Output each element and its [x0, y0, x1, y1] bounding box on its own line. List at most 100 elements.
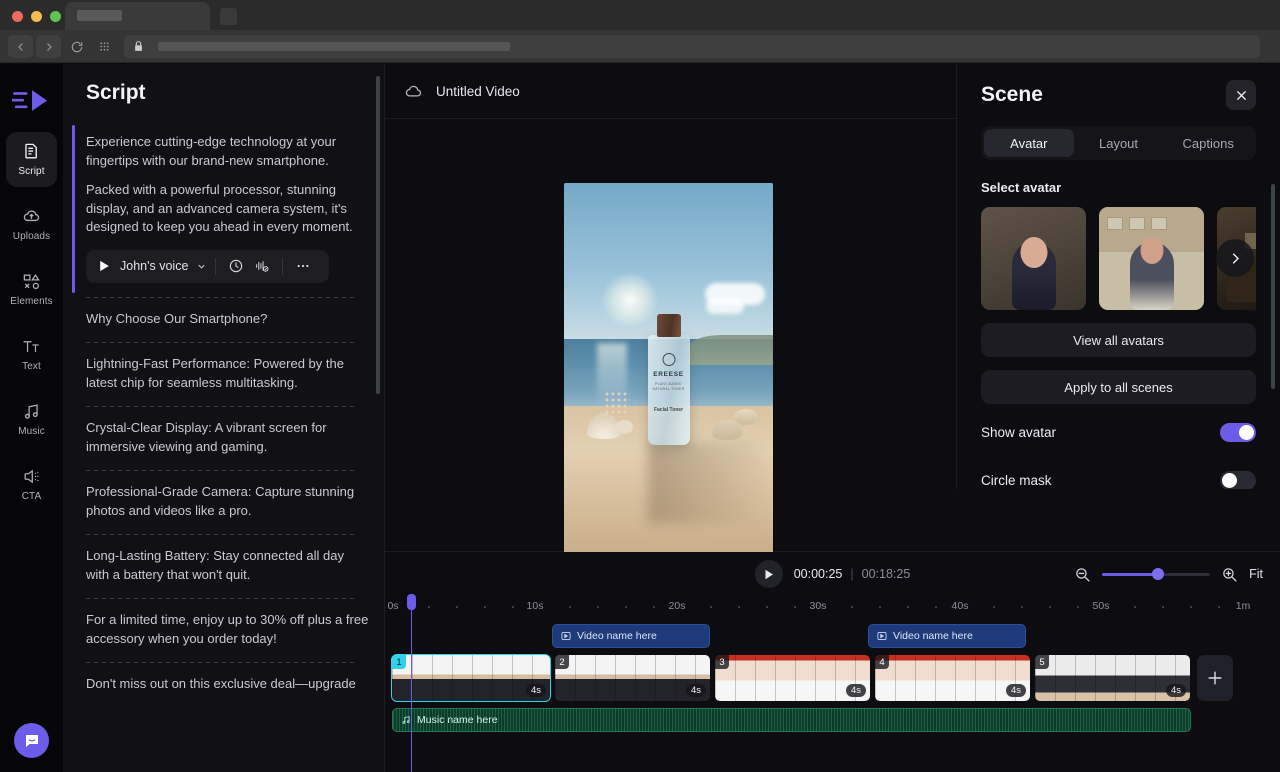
maximize-window-button[interactable]: [50, 11, 61, 22]
zoom-slider-handle[interactable]: [1152, 568, 1164, 580]
cloud-saved-icon: [404, 82, 423, 101]
script-paragraph: Crystal-Clear Display: A vibrant screen …: [86, 419, 369, 456]
ruler-tick: [569, 606, 571, 608]
music-clip-label: Music name here: [417, 714, 498, 726]
add-scene-button[interactable]: [1197, 655, 1233, 701]
padlock-icon: [132, 40, 145, 53]
close-scene-panel-button[interactable]: [1226, 80, 1256, 110]
playhead-handle[interactable]: [407, 594, 416, 610]
video-preview-canvas[interactable]: EREESE PLANT-BASED NATURAL TONER Facial …: [564, 183, 773, 554]
overlay-clip[interactable]: Video name here: [552, 624, 710, 648]
script-block[interactable]: Why Choose Our Smartphone?: [72, 298, 369, 343]
chevron-right-icon: [1228, 251, 1243, 266]
video-clip-3[interactable]: 3 4s: [715, 655, 870, 701]
view-all-avatars-button[interactable]: View all avatars: [981, 323, 1256, 357]
ruler-tick: [653, 606, 655, 608]
project-title[interactable]: Untitled Video: [436, 84, 520, 99]
preview-seashell: [712, 420, 742, 440]
sidebar-item-uploads[interactable]: Uploads: [6, 197, 57, 252]
voice-play-button[interactable]: [90, 252, 118, 280]
browser-reload-button[interactable]: [64, 35, 89, 58]
toolbar-divider: [282, 258, 283, 275]
ruler-label: 1m: [1236, 600, 1251, 612]
script-block[interactable]: Crystal-Clear Display: A vibrant screen …: [72, 407, 369, 470]
browser-address-bar[interactable]: [124, 35, 1260, 58]
browser-nav-bar: [0, 30, 1280, 63]
close-window-button[interactable]: [12, 11, 23, 22]
zoom-out-button[interactable]: [1074, 566, 1091, 583]
zoom-slider-fill: [1102, 573, 1159, 576]
sidebar-item-text[interactable]: Text: [6, 327, 57, 382]
app-logo[interactable]: [9, 80, 55, 122]
preview-shadow: [648, 443, 763, 525]
voice-select-dropdown[interactable]: [196, 261, 207, 272]
bottle-brand-text: EREESE: [648, 371, 690, 378]
fit-button[interactable]: Fit: [1249, 567, 1263, 581]
support-chat-button[interactable]: [14, 723, 49, 758]
browser-apps-button[interactable]: [92, 35, 117, 58]
avatar-option-2[interactable]: [1099, 207, 1204, 310]
sidebar-item-label: Music: [18, 426, 45, 437]
script-block[interactable]: Professional-Grade Camera: Capture stunn…: [72, 471, 369, 534]
music-clip[interactable]: Music name here: [392, 708, 1191, 732]
browser-forward-button[interactable]: [36, 35, 61, 58]
sidebar-item-music[interactable]: Music: [6, 392, 57, 447]
overlay-clip-label: Video name here: [577, 630, 657, 642]
total-time: 00:18:25: [862, 567, 911, 581]
preview-coral: [604, 391, 630, 417]
browser-tab[interactable]: [65, 2, 210, 30]
sidebar-item-script[interactable]: Script: [6, 132, 57, 187]
bottle-subtitle-text: PLANT-BASED NATURAL TONER: [648, 382, 690, 392]
video-clip-2[interactable]: 2 4s: [555, 655, 710, 701]
video-clip-5[interactable]: 5 4s: [1035, 655, 1190, 701]
tab-captions[interactable]: Captions: [1163, 129, 1253, 157]
video-clip-4[interactable]: 4 4s: [875, 655, 1030, 701]
voice-audio-button[interactable]: [250, 254, 274, 278]
preview-cloud: [706, 298, 744, 314]
timeline-ruler[interactable]: 0s 10s 20s 30s 40s 50s 1m: [385, 596, 1280, 620]
avatar-carousel-next-button[interactable]: [1216, 239, 1254, 277]
circle-mask-label: Circle mask: [981, 473, 1052, 488]
sidebar-item-cta[interactable]: CTA: [6, 457, 57, 512]
video-clip-1[interactable]: 1 4s: [392, 655, 550, 701]
show-avatar-toggle[interactable]: [1220, 423, 1256, 442]
timeline-play-button[interactable]: [755, 560, 783, 588]
ruler-tick: [1218, 606, 1220, 608]
ruler-tick: [625, 606, 627, 608]
timeline-playhead[interactable]: [411, 596, 412, 772]
document-icon: [22, 142, 41, 161]
play-icon: [99, 260, 110, 272]
tab-layout[interactable]: Layout: [1074, 129, 1164, 157]
zoom-in-button[interactable]: [1221, 566, 1238, 583]
tab-avatar[interactable]: Avatar: [984, 129, 1074, 157]
new-tab-button[interactable]: [220, 8, 237, 25]
browser-back-button[interactable]: [8, 35, 33, 58]
sidebar-item-elements[interactable]: Elements: [6, 262, 57, 317]
circle-mask-toggle[interactable]: [1220, 471, 1256, 490]
minimize-window-button[interactable]: [31, 11, 42, 22]
clip-duration: 4s: [526, 684, 546, 697]
sidebar-item-label: CTA: [22, 491, 42, 502]
script-block[interactable]: Don't miss out on this exclusive deal—up…: [72, 663, 369, 708]
script-block[interactable]: Experience cutting-edge technology at yo…: [72, 121, 369, 297]
ruler-tick: [1077, 606, 1079, 608]
script-block[interactable]: Long-Lasting Battery: Stay connected all…: [72, 535, 369, 598]
overlay-clip[interactable]: Video name here: [868, 624, 1026, 648]
music-note-icon: [22, 402, 41, 421]
reload-icon: [70, 40, 84, 54]
voice-timing-button[interactable]: [224, 254, 248, 278]
apply-to-all-scenes-button[interactable]: Apply to all scenes: [981, 370, 1256, 404]
ruler-label: 20s: [669, 600, 686, 612]
script-block[interactable]: Lightning-Fast Performance: Powered by t…: [72, 343, 369, 406]
sidebar-item-label: Script: [18, 166, 44, 177]
zoom-slider[interactable]: [1102, 573, 1210, 576]
megaphone-icon: [22, 467, 41, 486]
voice-more-button[interactable]: [291, 254, 315, 278]
script-block[interactable]: For a limited time, enjoy up to 30% off …: [72, 599, 369, 662]
more-options-icon: [295, 258, 311, 274]
avatar-option-1[interactable]: [981, 207, 1086, 310]
voice-name-label[interactable]: John's voice: [120, 259, 188, 273]
script-scrollbar[interactable]: [376, 76, 380, 394]
scene-panel-scrollbar[interactable]: [1271, 184, 1275, 389]
ruler-tick: [1190, 606, 1192, 608]
